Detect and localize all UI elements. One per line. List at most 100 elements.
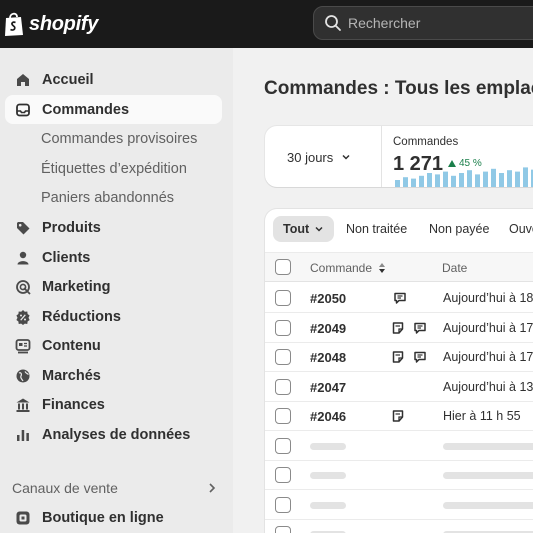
sidebar-item-online-store[interactable]: Boutique en ligne (5, 503, 222, 532)
skeleton-row (265, 519, 533, 533)
shopify-bag-icon (5, 12, 23, 36)
sparkline-bar (483, 171, 488, 187)
top-bar: shopify Rechercher (0, 0, 533, 48)
table-row[interactable]: #2048 Aujourd’hui à 17 (265, 342, 533, 372)
person-icon (15, 250, 31, 266)
sidebar-item-label: Accueil (42, 71, 94, 88)
order-date: Aujourd’hui à 17 (443, 350, 533, 364)
sidebar-item-label: Marketing (42, 278, 111, 295)
metric-label: Commandes (393, 136, 459, 148)
orders-table-card: Tout Non traitée Non payée Ouve Commande… (265, 209, 533, 533)
tab-open[interactable]: Ouve (499, 216, 533, 242)
sidebar-item-content[interactable]: Contenu (5, 331, 222, 360)
order-number[interactable]: #2048 (310, 350, 346, 365)
table-row[interactable]: #2046 Hier à 11 h 55 (265, 401, 533, 431)
note-icon (392, 410, 404, 422)
orders-summary-card: 30 jours Commandes 1 271 45 % (265, 126, 533, 187)
sidebar-subitem-label: Commandes provisoires (41, 131, 198, 147)
table-row[interactable]: #2049 Aujourd’hui à 17 (265, 313, 533, 343)
select-all-checkbox[interactable] (275, 259, 291, 275)
row-checkbox[interactable] (275, 497, 291, 513)
order-number[interactable]: #2049 (310, 321, 346, 336)
tab-label: Tout (283, 222, 310, 236)
sidebar-item-label: Contenu (42, 337, 101, 354)
home-icon (15, 72, 31, 88)
table-row[interactable]: #2050 Aujourd’hui à 18 (265, 283, 533, 313)
order-number[interactable]: #2046 (310, 409, 346, 424)
skeleton-row (265, 460, 533, 490)
sparkline-bar (515, 171, 520, 187)
sparkline-bar (459, 173, 464, 187)
skeleton-row (265, 431, 533, 461)
page-title: Commandes : Tous les emplac (264, 78, 533, 99)
sidebar-item-marketing[interactable]: Marketing (5, 272, 222, 301)
sidebar-item-label: Réductions (42, 308, 121, 325)
sidebar-item-products[interactable]: Produits (5, 213, 222, 242)
filter-tabs: Tout Non traitée Non payée Ouve (265, 209, 533, 249)
shopify-logo[interactable]: shopify (3, 10, 98, 38)
row-checkbox[interactable] (275, 526, 291, 533)
sidebar-item-label: Marchés (42, 367, 101, 384)
sidebar-subitem-abandoned-checkouts[interactable]: Paniers abandonnés (5, 185, 222, 211)
sidebar-item-label: Clients (42, 249, 91, 266)
sidebar-item-finances[interactable]: Finances (5, 390, 222, 419)
note-icon (392, 351, 404, 363)
column-header-date[interactable]: Date (442, 261, 467, 275)
sidebar-item-home[interactable]: Accueil (5, 65, 222, 94)
search-input[interactable]: Rechercher (313, 6, 533, 40)
comment-icon (414, 351, 426, 363)
tab-label: Non payée (429, 222, 490, 236)
discount-icon (15, 309, 31, 325)
skeleton-bar (310, 502, 346, 509)
store-icon (15, 510, 31, 526)
tab-label: Non traitée (346, 222, 408, 236)
comment-icon (394, 292, 406, 304)
bank-icon (15, 397, 31, 413)
column-header-order[interactable]: Commande (310, 261, 372, 275)
sparkline-bar (491, 168, 496, 187)
inbox-icon (15, 102, 31, 118)
brand-name: shopify (29, 12, 99, 35)
arrow-up-icon (448, 160, 456, 167)
row-checkbox[interactable] (275, 320, 291, 336)
sidebar-item-discounts[interactable]: Réductions (5, 302, 222, 331)
sidebar-item-markets[interactable]: Marchés (5, 361, 222, 390)
globe-icon (15, 368, 31, 384)
row-checkbox[interactable] (275, 467, 291, 483)
sparkline-bar (507, 170, 512, 187)
tab-all[interactable]: Tout (273, 216, 335, 242)
row-checkbox[interactable] (275, 438, 291, 454)
table-header: Commande Date (265, 252, 533, 282)
order-number[interactable]: #2050 (310, 291, 346, 306)
tab-unfulfilled[interactable]: Non traitée (336, 216, 417, 242)
sidebar-item-orders[interactable]: Commandes (5, 95, 222, 124)
sidebar-item-label: Finances (42, 396, 105, 413)
sales-channels-header[interactable]: Canaux de vente (5, 475, 222, 501)
comment-icon (414, 322, 426, 334)
skeleton-bar (443, 472, 533, 479)
note-icon (392, 322, 404, 334)
sidebar-item-label: Boutique en ligne (42, 509, 164, 526)
skeleton-row (265, 490, 533, 520)
sidebar-item-customers[interactable]: Clients (5, 243, 222, 272)
sales-channels-label: Canaux de vente (12, 480, 118, 496)
sparkline-bar (403, 177, 408, 187)
row-checkbox[interactable] (275, 349, 291, 365)
search-placeholder: Rechercher (348, 15, 421, 31)
table-row[interactable]: #2047 Aujourd’hui à 13 (265, 372, 533, 402)
tag-icon (15, 220, 31, 236)
tab-unpaid[interactable]: Non payée (419, 216, 499, 242)
sparkline-bar (435, 174, 440, 187)
row-checkbox[interactable] (275, 379, 291, 395)
sparkline-bar (411, 178, 416, 187)
sort-icon[interactable] (378, 262, 386, 274)
sidebar-item-analytics[interactable]: Analyses de données (5, 420, 222, 449)
sparkline-bar (443, 171, 448, 187)
row-checkbox[interactable] (275, 290, 291, 306)
sidebar-subitem-draft-orders[interactable]: Commandes provisoires (5, 126, 222, 152)
order-number[interactable]: #2047 (310, 380, 346, 395)
row-checkbox[interactable] (275, 408, 291, 424)
sidebar-subitem-shipping-labels[interactable]: Étiquettes d’expédition (5, 156, 222, 182)
target-icon (15, 279, 31, 295)
chevron-right-icon (209, 483, 216, 493)
